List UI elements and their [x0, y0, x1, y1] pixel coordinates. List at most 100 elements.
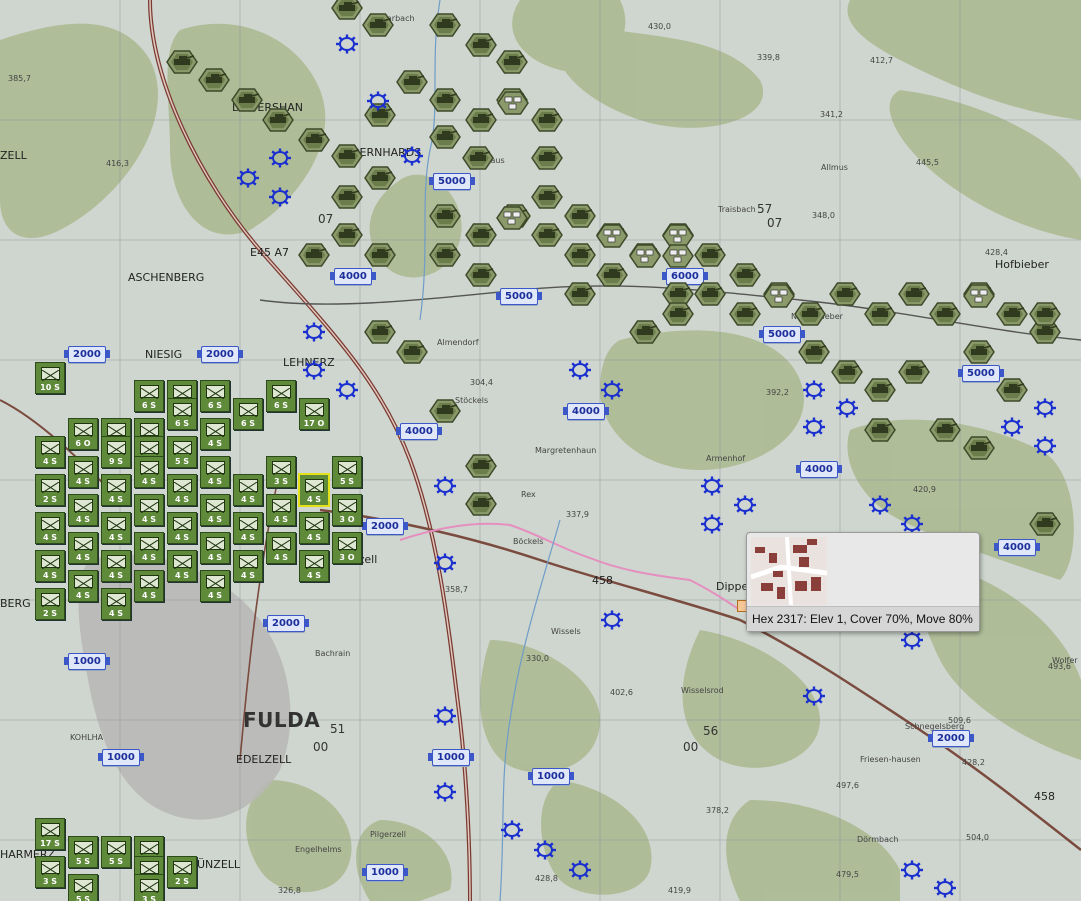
- recon-marker-icon[interactable]: [699, 474, 725, 498]
- friendly-unit-counter[interactable]: 4 S: [68, 456, 98, 488]
- friendly-unit-counter[interactable]: 4 S: [134, 532, 164, 564]
- enemy-hq-unit-icon[interactable]: [962, 283, 996, 309]
- enemy-tank-unit-icon[interactable]: [962, 339, 996, 365]
- enemy-tank-unit-icon[interactable]: [728, 262, 762, 288]
- enemy-tank-unit-icon[interactable]: [330, 143, 364, 169]
- friendly-unit-counter[interactable]: 4 S: [134, 570, 164, 602]
- enemy-tank-unit-icon[interactable]: [464, 262, 498, 288]
- enemy-tank-unit-icon[interactable]: [464, 491, 498, 517]
- friendly-unit-counter[interactable]: 4 S: [35, 512, 65, 544]
- enemy-tank-unit-icon[interactable]: [563, 242, 597, 268]
- enemy-tank-unit-icon[interactable]: [363, 165, 397, 191]
- enemy-tank-unit-icon[interactable]: [297, 127, 331, 153]
- recon-marker-icon[interactable]: [432, 704, 458, 728]
- friendly-unit-counter[interactable]: 4 S: [233, 512, 263, 544]
- enemy-tank-unit-icon[interactable]: [428, 124, 462, 150]
- enemy-tank-unit-icon[interactable]: [995, 301, 1029, 327]
- friendly-unit-counter[interactable]: 10 S: [35, 362, 65, 394]
- enemy-tank-unit-icon[interactable]: [693, 242, 727, 268]
- enemy-tank-unit-icon[interactable]: [428, 398, 462, 424]
- enemy-tank-unit-icon[interactable]: [928, 301, 962, 327]
- enemy-tank-unit-icon[interactable]: [863, 417, 897, 443]
- friendly-unit-counter[interactable]: 2 S: [35, 588, 65, 620]
- friendly-unit-counter[interactable]: 4 S: [200, 494, 230, 526]
- friendly-unit-counter[interactable]: 4 S: [200, 532, 230, 564]
- enemy-tank-unit-icon[interactable]: [530, 184, 564, 210]
- recon-marker-icon[interactable]: [399, 144, 425, 168]
- enemy-tank-unit-icon[interactable]: [962, 435, 996, 461]
- recon-marker-icon[interactable]: [699, 512, 725, 536]
- enemy-tank-unit-icon[interactable]: [863, 377, 897, 403]
- friendly-unit-counter[interactable]: 9 S: [101, 436, 131, 468]
- friendly-unit-counter[interactable]: 6 S: [233, 398, 263, 430]
- friendly-unit-counter[interactable]: 4 S: [200, 418, 230, 450]
- recon-marker-icon[interactable]: [301, 358, 327, 382]
- friendly-unit-counter[interactable]: 5 S: [68, 836, 98, 868]
- recon-marker-icon[interactable]: [801, 415, 827, 439]
- friendly-unit-counter[interactable]: 4 S: [101, 550, 131, 582]
- enemy-tank-unit-icon[interactable]: [330, 222, 364, 248]
- enemy-tank-unit-icon[interactable]: [1028, 301, 1062, 327]
- enemy-hq-unit-icon[interactable]: [496, 90, 530, 116]
- recon-marker-icon[interactable]: [599, 608, 625, 632]
- recon-marker-icon[interactable]: [567, 358, 593, 382]
- enemy-tank-unit-icon[interactable]: [495, 49, 529, 75]
- enemy-tank-unit-icon[interactable]: [928, 417, 962, 443]
- friendly-unit-counter[interactable]: 4 S: [35, 436, 65, 468]
- enemy-tank-unit-icon[interactable]: [828, 281, 862, 307]
- enemy-tank-unit-icon[interactable]: [197, 67, 231, 93]
- enemy-tank-unit-icon[interactable]: [661, 301, 695, 327]
- recon-marker-icon[interactable]: [334, 378, 360, 402]
- friendly-unit-counter[interactable]: 6 S: [266, 380, 296, 412]
- friendly-unit-counter[interactable]: 3 O: [332, 532, 362, 564]
- enemy-tank-unit-icon[interactable]: [464, 107, 498, 133]
- friendly-unit-counter[interactable]: 5 S: [68, 874, 98, 901]
- friendly-unit-counter[interactable]: 3 S: [35, 856, 65, 888]
- game-map[interactable]: FULDA DIETERSHAN BERNHARDS ASCHENBERG NIESIG…: [0, 0, 1081, 901]
- enemy-hq-unit-icon[interactable]: [762, 283, 796, 309]
- recon-marker-icon[interactable]: [801, 684, 827, 708]
- enemy-tank-unit-icon[interactable]: [628, 319, 662, 345]
- enemy-tank-unit-icon[interactable]: [330, 0, 364, 21]
- recon-marker-icon[interactable]: [1032, 396, 1058, 420]
- enemy-tank-unit-icon[interactable]: [563, 203, 597, 229]
- friendly-unit-counter[interactable]: 4 S: [299, 512, 329, 544]
- enemy-tank-unit-icon[interactable]: [563, 281, 597, 307]
- recon-marker-icon[interactable]: [432, 551, 458, 575]
- enemy-tank-unit-icon[interactable]: [530, 222, 564, 248]
- enemy-tank-unit-icon[interactable]: [363, 242, 397, 268]
- enemy-tank-unit-icon[interactable]: [693, 281, 727, 307]
- recon-marker-icon[interactable]: [301, 320, 327, 344]
- recon-marker-icon[interactable]: [499, 818, 525, 842]
- recon-marker-icon[interactable]: [432, 474, 458, 498]
- recon-marker-icon[interactable]: [867, 493, 893, 517]
- friendly-unit-counter[interactable]: 4 S: [167, 550, 197, 582]
- enemy-tank-unit-icon[interactable]: [530, 145, 564, 171]
- enemy-tank-unit-icon[interactable]: [428, 87, 462, 113]
- enemy-tank-unit-icon[interactable]: [395, 339, 429, 365]
- friendly-unit-counter[interactable]: 4 S: [299, 550, 329, 582]
- friendly-unit-counter[interactable]: 17 S: [35, 818, 65, 850]
- enemy-tank-unit-icon[interactable]: [261, 107, 295, 133]
- friendly-unit-counter[interactable]: 4 S: [68, 532, 98, 564]
- friendly-unit-counter[interactable]: 4 S: [68, 570, 98, 602]
- friendly-unit-counter[interactable]: 5 S: [332, 456, 362, 488]
- enemy-hq-unit-icon[interactable]: [661, 243, 695, 269]
- recon-marker-icon[interactable]: [334, 32, 360, 56]
- enemy-tank-unit-icon[interactable]: [728, 301, 762, 327]
- enemy-tank-unit-icon[interactable]: [464, 222, 498, 248]
- enemy-tank-unit-icon[interactable]: [897, 359, 931, 385]
- recon-marker-icon[interactable]: [235, 166, 261, 190]
- enemy-tank-unit-icon[interactable]: [428, 203, 462, 229]
- recon-marker-icon[interactable]: [899, 858, 925, 882]
- enemy-tank-unit-icon[interactable]: [595, 262, 629, 288]
- enemy-tank-unit-icon[interactable]: [297, 242, 331, 268]
- friendly-unit-counter[interactable]: 2 S: [35, 474, 65, 506]
- enemy-tank-unit-icon[interactable]: [995, 377, 1029, 403]
- friendly-unit-counter[interactable]: 5 S: [167, 436, 197, 468]
- friendly-unit-counter[interactable]: 4 S: [101, 512, 131, 544]
- recon-marker-icon[interactable]: [267, 185, 293, 209]
- friendly-unit-counter[interactable]: 4 S: [134, 494, 164, 526]
- enemy-tank-unit-icon[interactable]: [361, 12, 395, 38]
- friendly-unit-counter[interactable]: 4 S: [266, 532, 296, 564]
